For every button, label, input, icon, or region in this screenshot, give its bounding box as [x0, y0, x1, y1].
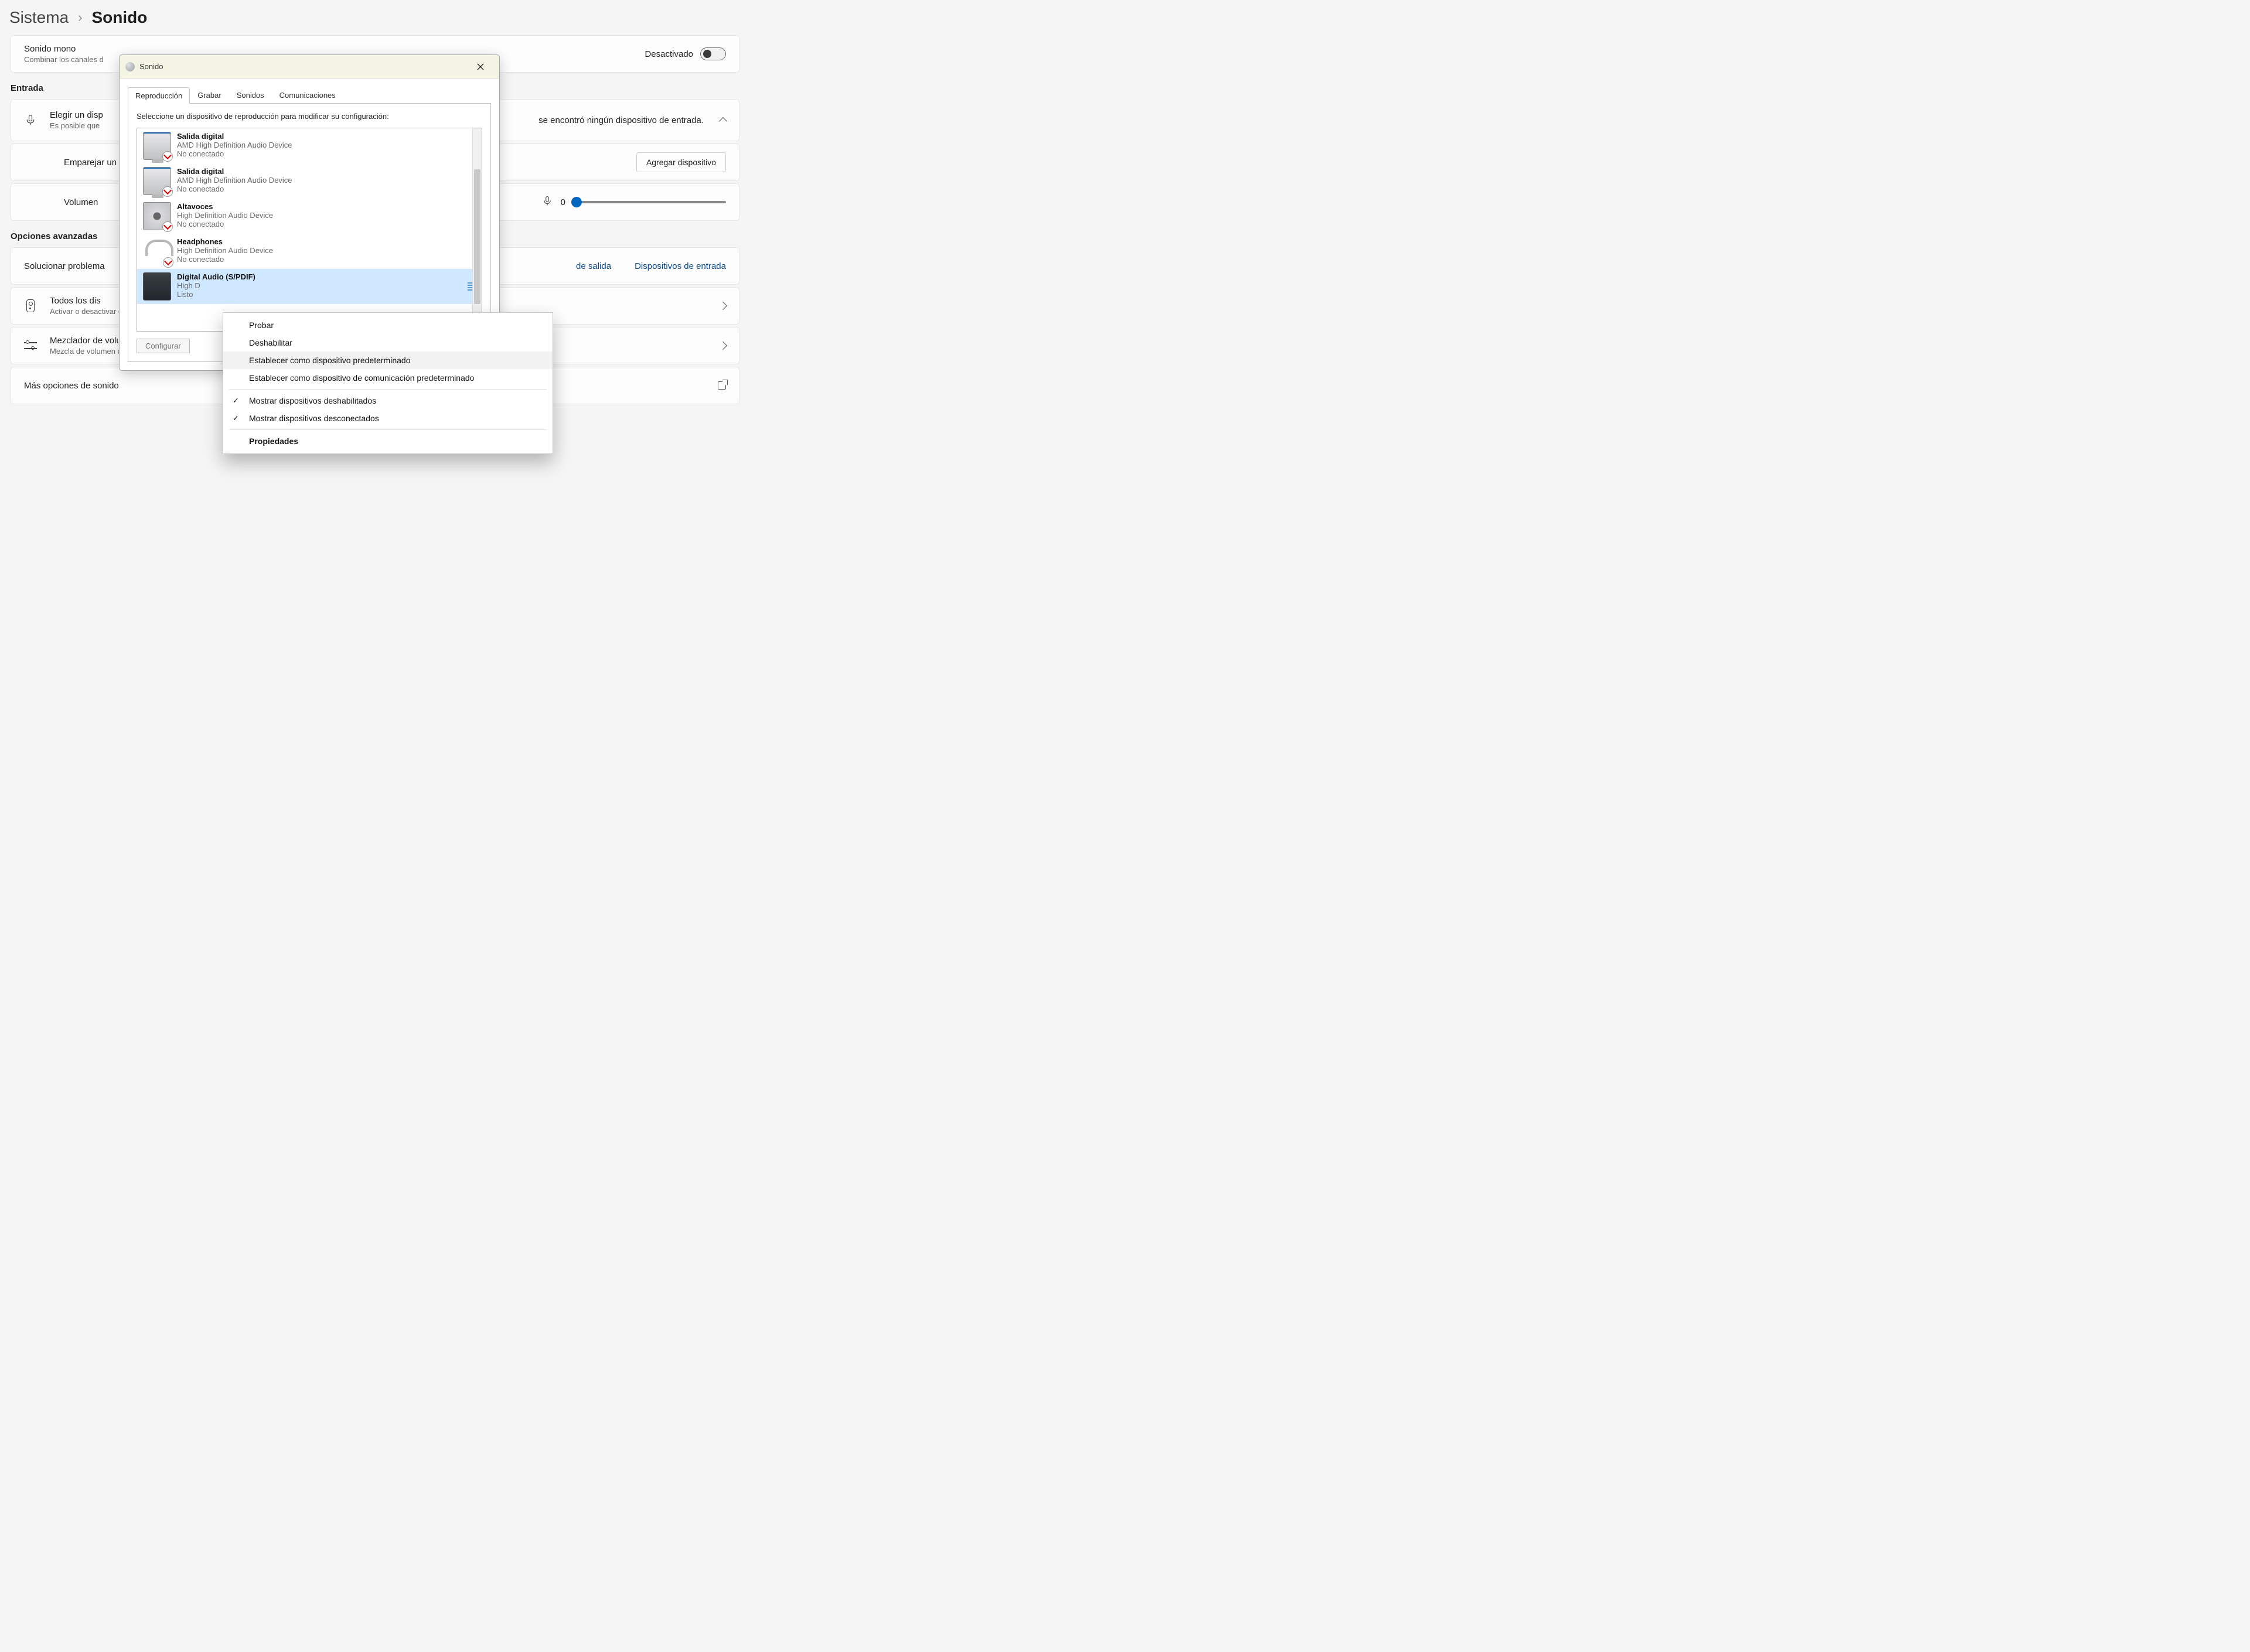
- disconnected-badge-icon: [162, 151, 173, 162]
- device-name: Digital Audio (S/PDIF): [177, 272, 255, 281]
- device-status: No conectado: [177, 255, 273, 264]
- menu-separator: [229, 389, 547, 390]
- device-row[interactable]: AltavocesHigh Definition Audio DeviceNo …: [137, 199, 482, 234]
- device-status: No conectado: [177, 220, 273, 228]
- device-context-menu: ProbarDeshabilitarEstablecer como dispos…: [223, 312, 553, 454]
- device-desc: High D: [177, 281, 255, 290]
- tab-record[interactable]: Grabar: [190, 87, 229, 103]
- add-device-button[interactable]: Agregar dispositivo: [636, 152, 726, 172]
- menu-item[interactable]: Establecer como dispositivo de comunicac…: [223, 369, 553, 387]
- menu-item[interactable]: Deshabilitar: [223, 334, 553, 351]
- head-icon: [143, 237, 171, 265]
- choose-input-title: Elegir un disp: [50, 110, 103, 120]
- device-status: Listo: [177, 290, 255, 299]
- playback-instruction: Seleccione un dispositivo de reproducció…: [137, 112, 482, 121]
- menu-item[interactable]: Mostrar dispositivos desconectados: [223, 409, 553, 427]
- chevron-right-icon: ›: [78, 10, 82, 25]
- mono-subtitle: Combinar los canales d: [24, 55, 104, 64]
- troubleshoot-output-link[interactable]: de salida: [576, 261, 611, 271]
- menu-item[interactable]: Probar: [223, 316, 553, 334]
- device-desc: High Definition Audio Device: [177, 211, 273, 220]
- menu-item[interactable]: Establecer como dispositivo predetermina…: [223, 351, 553, 369]
- tab-sounds[interactable]: Sonidos: [229, 87, 272, 103]
- more-sound-title: Más opciones de sonido: [24, 381, 119, 391]
- device-row[interactable]: Salida digitalAMD High Definition Audio …: [137, 128, 482, 163]
- troubleshoot-title: Solucionar problema: [24, 261, 105, 271]
- tab-communications[interactable]: Comunicaciones: [272, 87, 343, 103]
- mono-title: Sonido mono: [24, 44, 104, 54]
- monitor-icon: [143, 167, 171, 195]
- speaker-icon: [143, 202, 171, 230]
- chevron-right-icon[interactable]: [719, 302, 727, 310]
- menu-item[interactable]: Mostrar dispositivos deshabilitados: [223, 392, 553, 409]
- volume-label: Volumen: [64, 197, 98, 207]
- chevron-up-icon[interactable]: [719, 117, 727, 125]
- device-name: Headphones: [177, 237, 273, 246]
- device-desc: High Definition Audio Device: [177, 246, 273, 255]
- spdif-icon: [143, 272, 171, 301]
- mixer-icon: [24, 340, 37, 351]
- choose-input-subtitle: Es posible que: [50, 121, 103, 130]
- device-list[interactable]: Salida digitalAMD High Definition Audio …: [137, 128, 482, 332]
- dialog-tabs: Reproducción Grabar Sonidos Comunicacion…: [120, 78, 499, 103]
- volume-value: 0: [561, 197, 565, 207]
- no-input-device-text: se encontró ningún dispositivo de entrad…: [538, 115, 704, 125]
- mono-toggle[interactable]: Desactivado: [645, 47, 726, 60]
- disconnected-badge-icon: [163, 257, 173, 268]
- breadcrumb-system[interactable]: Sistema: [9, 8, 69, 27]
- volume-slider[interactable]: [574, 201, 726, 203]
- close-button[interactable]: [468, 58, 493, 76]
- mono-toggle-label: Desactivado: [645, 49, 693, 59]
- monitor-icon: [143, 132, 171, 160]
- device-row[interactable]: HeadphonesHigh Definition Audio DeviceNo…: [137, 234, 482, 269]
- device-name: Salida digital: [177, 167, 292, 176]
- sound-cpl-icon: [125, 62, 135, 71]
- disconnected-badge-icon: [162, 186, 173, 197]
- configure-button[interactable]: Configurar: [137, 339, 190, 353]
- scrollbar[interactable]: [472, 128, 482, 331]
- breadcrumb-sound: Sonido: [91, 8, 147, 27]
- device-desc: AMD High Definition Audio Device: [177, 176, 292, 185]
- mic-icon[interactable]: [542, 194, 553, 210]
- toggle-switch-icon[interactable]: [700, 47, 726, 60]
- device-desc: AMD High Definition Audio Device: [177, 141, 292, 149]
- device-name: Altavoces: [177, 202, 273, 211]
- disconnected-badge-icon: [162, 221, 173, 232]
- breadcrumb: Sistema › Sonido: [0, 0, 750, 33]
- menu-separator: [229, 429, 547, 430]
- device-row[interactable]: Digital Audio (S/PDIF)High DListo: [137, 269, 482, 304]
- dialog-title: Sonido: [139, 62, 468, 71]
- external-link-icon: [718, 381, 726, 390]
- mic-icon: [24, 113, 37, 127]
- pair-device-title: Emparejar un: [64, 158, 117, 168]
- dialog-titlebar[interactable]: Sonido: [120, 55, 499, 78]
- speaker-icon: [26, 299, 35, 312]
- device-row[interactable]: Salida digitalAMD High Definition Audio …: [137, 163, 482, 199]
- tab-playback[interactable]: Reproducción: [128, 87, 190, 104]
- device-status: No conectado: [177, 149, 292, 158]
- device-status: No conectado: [177, 185, 292, 193]
- device-name: Salida digital: [177, 132, 292, 141]
- chevron-right-icon[interactable]: [719, 342, 727, 350]
- menu-item[interactable]: Propiedades: [223, 432, 553, 450]
- troubleshoot-input-link[interactable]: Dispositivos de entrada: [635, 261, 726, 271]
